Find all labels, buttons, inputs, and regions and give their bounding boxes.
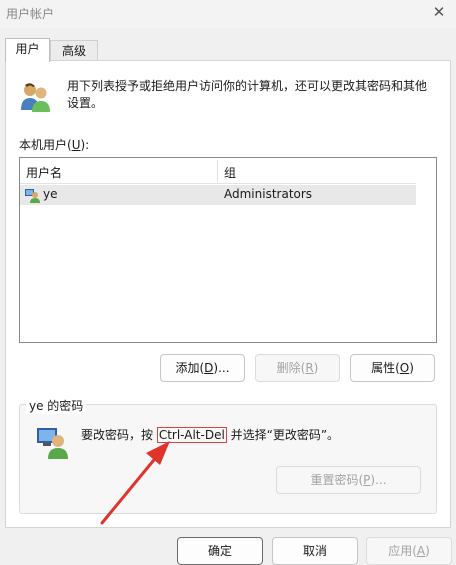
ctrl-alt-del-highlight: Ctrl-Alt-Del [156,427,227,443]
cancel-button[interactable]: 取消 [272,537,358,565]
properties-label-accel: O [399,361,410,375]
user-password-icon [37,428,68,459]
apply-label-accel: A [416,544,426,558]
remove-label-accel: R [305,361,314,375]
add-label-suffix: )... [213,361,230,375]
description-text: 用下列表授予或拒绝用户访问你的计算机，还可以更改其密码和其他设置。 [67,79,428,110]
remove-label-prefix: 删除( [276,361,306,375]
table-row[interactable]: ye Administrators [20,185,416,205]
users-icon [21,83,50,112]
users-list-label-suffix: ): [80,138,90,152]
hint-text-before: 要改密码，按 [81,428,157,442]
user-name-cell: ye [43,187,58,201]
window-title: 用户帐户 [6,7,55,21]
properties-button[interactable]: 属性(O) [350,354,435,382]
ok-button[interactable]: 确定 [177,537,263,565]
reset-label-prefix: 重置密码( [310,473,364,487]
tab-users-label: 用户 [15,42,40,56]
column-header-group[interactable]: 组 [224,164,236,181]
properties-label-prefix: 属性( [371,361,400,375]
users-list[interactable]: 用户名 组 ye Administrators [19,157,437,343]
column-header-username[interactable]: 用户名 [26,164,62,181]
remove-label-suffix: ) [313,361,319,375]
tab-advanced[interactable]: 高级 [50,40,98,62]
tab-users[interactable]: 用户 [5,38,50,62]
properties-label-suffix: ) [409,361,414,375]
reset-password-button[interactable]: 重置密码(P)... [276,466,421,494]
user-account-icon [25,189,40,203]
password-group [19,404,437,514]
list-header: 用户名 组 [20,158,416,184]
apply-label-suffix: ) [425,544,430,558]
column-divider[interactable] [217,160,218,182]
users-list-label-prefix: 本机用户( [19,138,72,152]
users-list-label: 本机用户(U): [19,136,89,153]
tab-advanced-label: 高级 [61,44,86,58]
apply-button[interactable]: 应用(A) [366,537,452,565]
reset-label-suffix: )... [370,473,387,487]
close-icon[interactable]: ✕ [430,3,448,21]
apply-label-prefix: 应用( [388,544,417,558]
password-group-title: ye 的密码 [26,397,87,414]
change-password-hint: 要改密码，按 Ctrl-Alt-Del 并选择“更改密码”。 [81,426,339,443]
hint-text-after: 并选择“更改密码”。 [226,428,340,442]
add-user-button[interactable]: 添加(D)... [160,354,245,382]
title-bar: 用户帐户 ✕ [0,0,456,28]
user-group-cell: Administrators [224,187,313,201]
remove-user-button[interactable]: 删除(R) [255,354,340,382]
add-label-prefix: 添加( [175,361,205,375]
